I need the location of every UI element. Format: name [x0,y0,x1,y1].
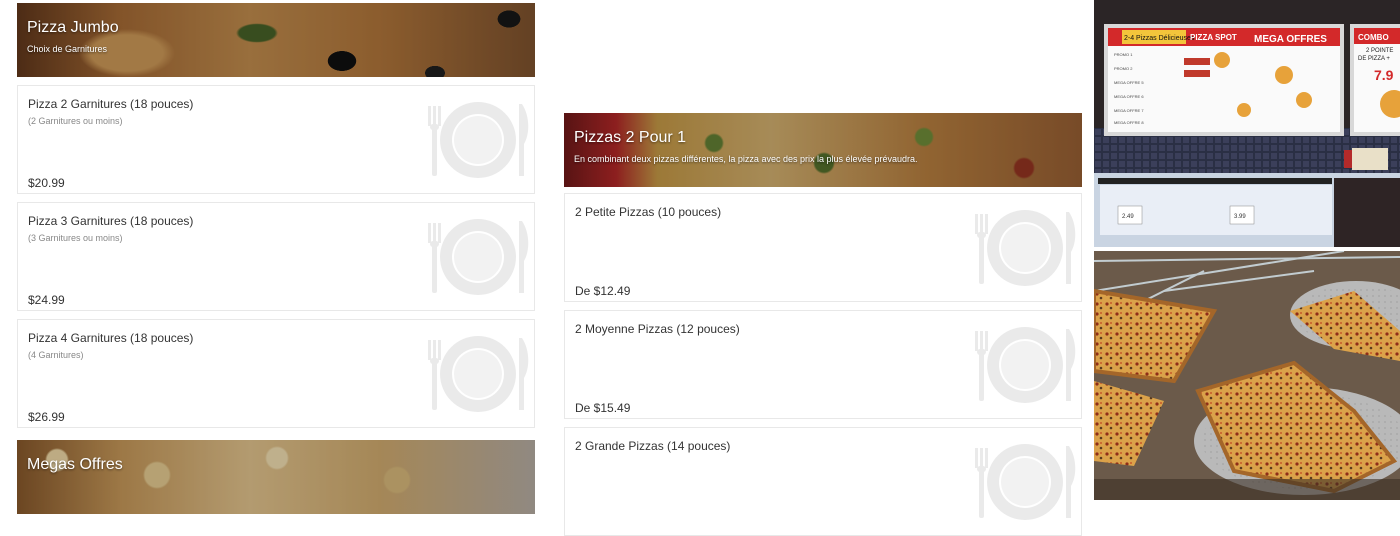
svg-text:MEGA OFFRE 7: MEGA OFFRE 7 [1114,108,1144,113]
svg-text:PROMO 1: PROMO 1 [1114,52,1133,57]
menu-item-description: (4 Garnitures) [28,350,84,360]
plate-cutlery-icon [426,100,530,180]
gallery-photo-menu-board[interactable]: 2-4 Pizzas Délicieuses PIZZA SPOT MEGA O… [1094,0,1400,247]
board-brand-logo: PIZZA SPOT [1190,33,1237,42]
board2-line1: 2 POINTE [1366,48,1393,54]
shelf-tag-2: 3.99 [1234,214,1246,220]
svg-text:MEGA OFFRE 6: MEGA OFFRE 6 [1114,94,1144,99]
menu-item-name: 2 Grande Pizzas (14 pouces) [575,439,731,453]
section-subtitle: En combinant deux pizzas différentes, la… [574,154,918,164]
gallery-photo-pizza-display[interactable] [1094,251,1400,500]
board-panel-title: MEGA OFFRES [1254,34,1327,45]
plate-cutlery-icon [973,442,1077,522]
svg-text:MEGA OFFRE 5: MEGA OFFRE 5 [1114,80,1144,85]
svg-text:PROMO 2: PROMO 2 [1114,66,1133,71]
menu-item-price: De $15.49 [575,401,631,415]
section-header-megas-offres: Megas Offres [17,440,535,514]
photo-gallery: 2-4 Pizzas Délicieuses PIZZA SPOT MEGA O… [1094,0,1400,500]
plate-cutlery-icon [426,217,530,297]
menu-item-card[interactable]: Pizza 2 Garnitures (18 pouces) (2 Garnit… [17,85,535,194]
menu-item-description: (3 Garnitures ou moins) [28,233,123,243]
menu-column-left: Pizza Jumbo Choix de Garnitures Pizza 2 … [17,3,535,514]
menu-item-name: Pizza 4 Garnitures (18 pouces) [28,331,194,345]
plate-cutlery-icon [973,325,1077,405]
menu-item-name: 2 Moyenne Pizzas (12 pouces) [575,322,740,336]
menu-item-price: $26.99 [28,410,65,424]
menu-item-description: (2 Garnitures ou moins) [28,116,123,126]
board2-line2: DE PIZZA + [1358,56,1390,62]
menu-item-name: Pizza 3 Garnitures (18 pouces) [28,214,194,228]
section-title: Pizza Jumbo [27,19,119,36]
section-header-pizza-jumbo: Pizza Jumbo Choix de Garnitures [17,3,535,77]
menu-column-middle: Pizzas 2 Pour 1 En combinant deux pizzas… [564,113,1082,536]
menu-item-price: $20.99 [28,176,65,190]
section-title: Megas Offres [27,456,123,473]
svg-text:MEGA OFFRE 8: MEGA OFFRE 8 [1114,120,1144,125]
section-title: Pizzas 2 Pour 1 [574,129,687,146]
menu-item-price: $24.99 [28,293,65,307]
menu-item-card[interactable]: Pizza 3 Garnitures (18 pouces) (3 Garnit… [17,202,535,311]
menu-item-price: De $12.49 [575,284,631,298]
menu-item-name: Pizza 2 Garnitures (18 pouces) [28,97,194,111]
section-header-pizzas-2-pour-1: Pizzas 2 Pour 1 En combinant deux pizzas… [564,113,1082,187]
board2-title: COMBO [1358,33,1389,42]
plate-cutlery-icon [973,208,1077,288]
section-subtitle: Choix de Garnitures [27,44,108,54]
menu-item-card[interactable]: 2 Grande Pizzas (14 pouces) [564,427,1082,536]
plate-cutlery-icon [426,334,530,414]
menu-item-card[interactable]: Pizza 4 Garnitures (18 pouces) (4 Garnit… [17,319,535,428]
board-small-brand: 2-4 Pizzas Délicieuses [1124,35,1195,42]
menu-item-card[interactable]: 2 Petite Pizzas (10 pouces) De $12.49 [564,193,1082,302]
menu-item-name: 2 Petite Pizzas (10 pouces) [575,205,722,219]
shelf-tag-1: 2.49 [1122,214,1134,220]
menu-item-card[interactable]: 2 Moyenne Pizzas (12 pouces) De $15.49 [564,310,1082,419]
board2-price: 7.9 [1374,67,1394,83]
